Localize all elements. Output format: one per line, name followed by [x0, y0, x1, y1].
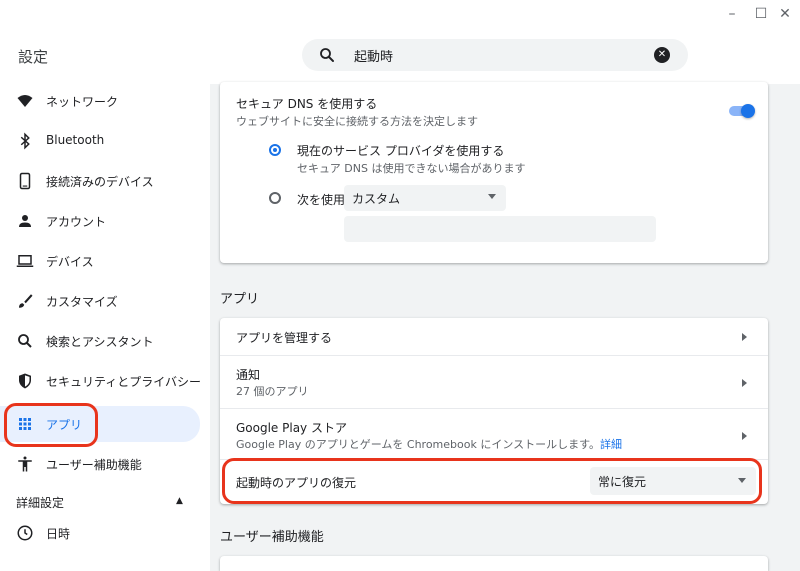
sidebar: ネットワーク Bluetooth 接続済みのデバイス アカウント デバイス カス… [0, 84, 210, 571]
clock-icon [17, 525, 33, 541]
sidebar-item-label: ネットワーク [46, 95, 119, 109]
phone-icon [19, 172, 31, 190]
chevron-up-icon[interactable]: ▲ [176, 496, 183, 506]
play-store-title[interactable]: Google Play ストア [236, 419, 347, 436]
sidebar-item-label: Bluetooth [46, 133, 105, 147]
toggle-knob[interactable] [741, 104, 755, 118]
manage-apps-row[interactable]: アプリを管理する [236, 329, 332, 346]
sidebar-item-account[interactable]: アカウント [0, 204, 200, 238]
annotation-highlight [222, 458, 762, 504]
option-custom-label: 次を使用 [297, 193, 346, 207]
search-icon [18, 334, 32, 348]
sidebar-item-device[interactable]: デバイス [0, 244, 200, 278]
custom-dns-input[interactable] [344, 216, 656, 242]
sidebar-item-datetime[interactable]: 日時 [0, 516, 200, 550]
select-value: カスタム [352, 192, 401, 206]
notifications-sub: 27 個のアプリ [236, 385, 309, 398]
annotation-highlight [4, 403, 98, 447]
brush-icon [19, 294, 33, 308]
dropdown-arrow-icon [488, 194, 496, 199]
accessibility-section-heading: ユーザー補助機能 [220, 530, 324, 545]
sidebar-item-network[interactable]: ネットワーク [0, 84, 200, 118]
arrow-right-icon[interactable] [742, 432, 747, 440]
radio-current-provider[interactable] [269, 144, 281, 156]
maximize-button[interactable]: ☐ [751, 6, 771, 22]
sidebar-item-search-assistant[interactable]: 検索とアシスタント [0, 324, 200, 358]
option-current-provider-title: 現在のサービス プロバイダを使用する [297, 144, 505, 158]
divider [220, 355, 768, 356]
sidebar-item-connected-devices[interactable]: 接続済みのデバイス [0, 164, 200, 198]
sidebar-item-accessibility[interactable]: ユーザー補助機能 [0, 447, 200, 481]
accessibility-card [220, 556, 768, 571]
wifi-icon [17, 95, 33, 107]
sidebar-item-label: セキュリティとプライバシー [46, 375, 202, 389]
notifications-title[interactable]: 通知 [236, 366, 260, 383]
bluetooth-icon [20, 132, 30, 150]
sidebar-item-label: デバイス [46, 255, 94, 269]
radio-custom-provider[interactable] [269, 192, 281, 204]
sidebar-item-bluetooth[interactable]: Bluetooth [0, 124, 200, 158]
sidebar-item-security[interactable]: セキュリティとプライバシー [0, 364, 202, 398]
minimize-button[interactable]: – [722, 6, 742, 22]
close-window-button[interactable]: ✕ [775, 6, 795, 22]
sidebar-item-label: アカウント [46, 215, 107, 229]
shield-icon [19, 373, 31, 389]
search-icon [320, 48, 334, 62]
learn-more-link[interactable]: 詳細 [600, 438, 622, 451]
sidebar-item-label: 日時 [46, 527, 71, 541]
sidebar-item-label: カスタマイズ [46, 295, 118, 309]
secure-dns-title: セキュア DNS を使用する [236, 97, 378, 111]
advanced-settings-toggle[interactable]: 詳細設定 [16, 494, 64, 511]
sidebar-item-label: ユーザー補助機能 [46, 458, 142, 472]
option-current-provider-sub: セキュア DNS は使用できない場合があります [297, 162, 526, 175]
clear-icon[interactable]: ✕ [654, 47, 670, 63]
play-store-description: Google Play のアプリとゲームを Chromebook にインストール… [236, 438, 601, 451]
laptop-icon [16, 255, 34, 267]
secure-dns-subtitle: ウェブサイトに安全に接続する方法を決定します [236, 115, 478, 128]
search-input[interactable]: 起動時 [354, 46, 393, 65]
arrow-right-icon[interactable] [742, 379, 747, 387]
apps-section-heading: アプリ [220, 292, 260, 307]
sidebar-item-label: 検索とアシスタント [46, 335, 154, 349]
title-bar: – ☐ ✕ 設定 起動時 ✕ [0, 0, 800, 84]
custom-provider-select[interactable]: カスタム [344, 185, 506, 211]
sidebar-item-customize[interactable]: カスタマイズ [0, 284, 200, 318]
app-title: 設定 [18, 48, 49, 66]
divider [220, 408, 768, 409]
sidebar-item-label: 接続済みのデバイス [46, 175, 154, 189]
accessibility-icon [18, 456, 32, 472]
person-icon [19, 215, 31, 227]
arrow-right-icon[interactable] [742, 333, 747, 341]
search-box[interactable]: 起動時 ✕ [302, 39, 688, 71]
play-store-sub: Google Play のアプリとゲームを Chromebook にインストール… [236, 436, 622, 452]
